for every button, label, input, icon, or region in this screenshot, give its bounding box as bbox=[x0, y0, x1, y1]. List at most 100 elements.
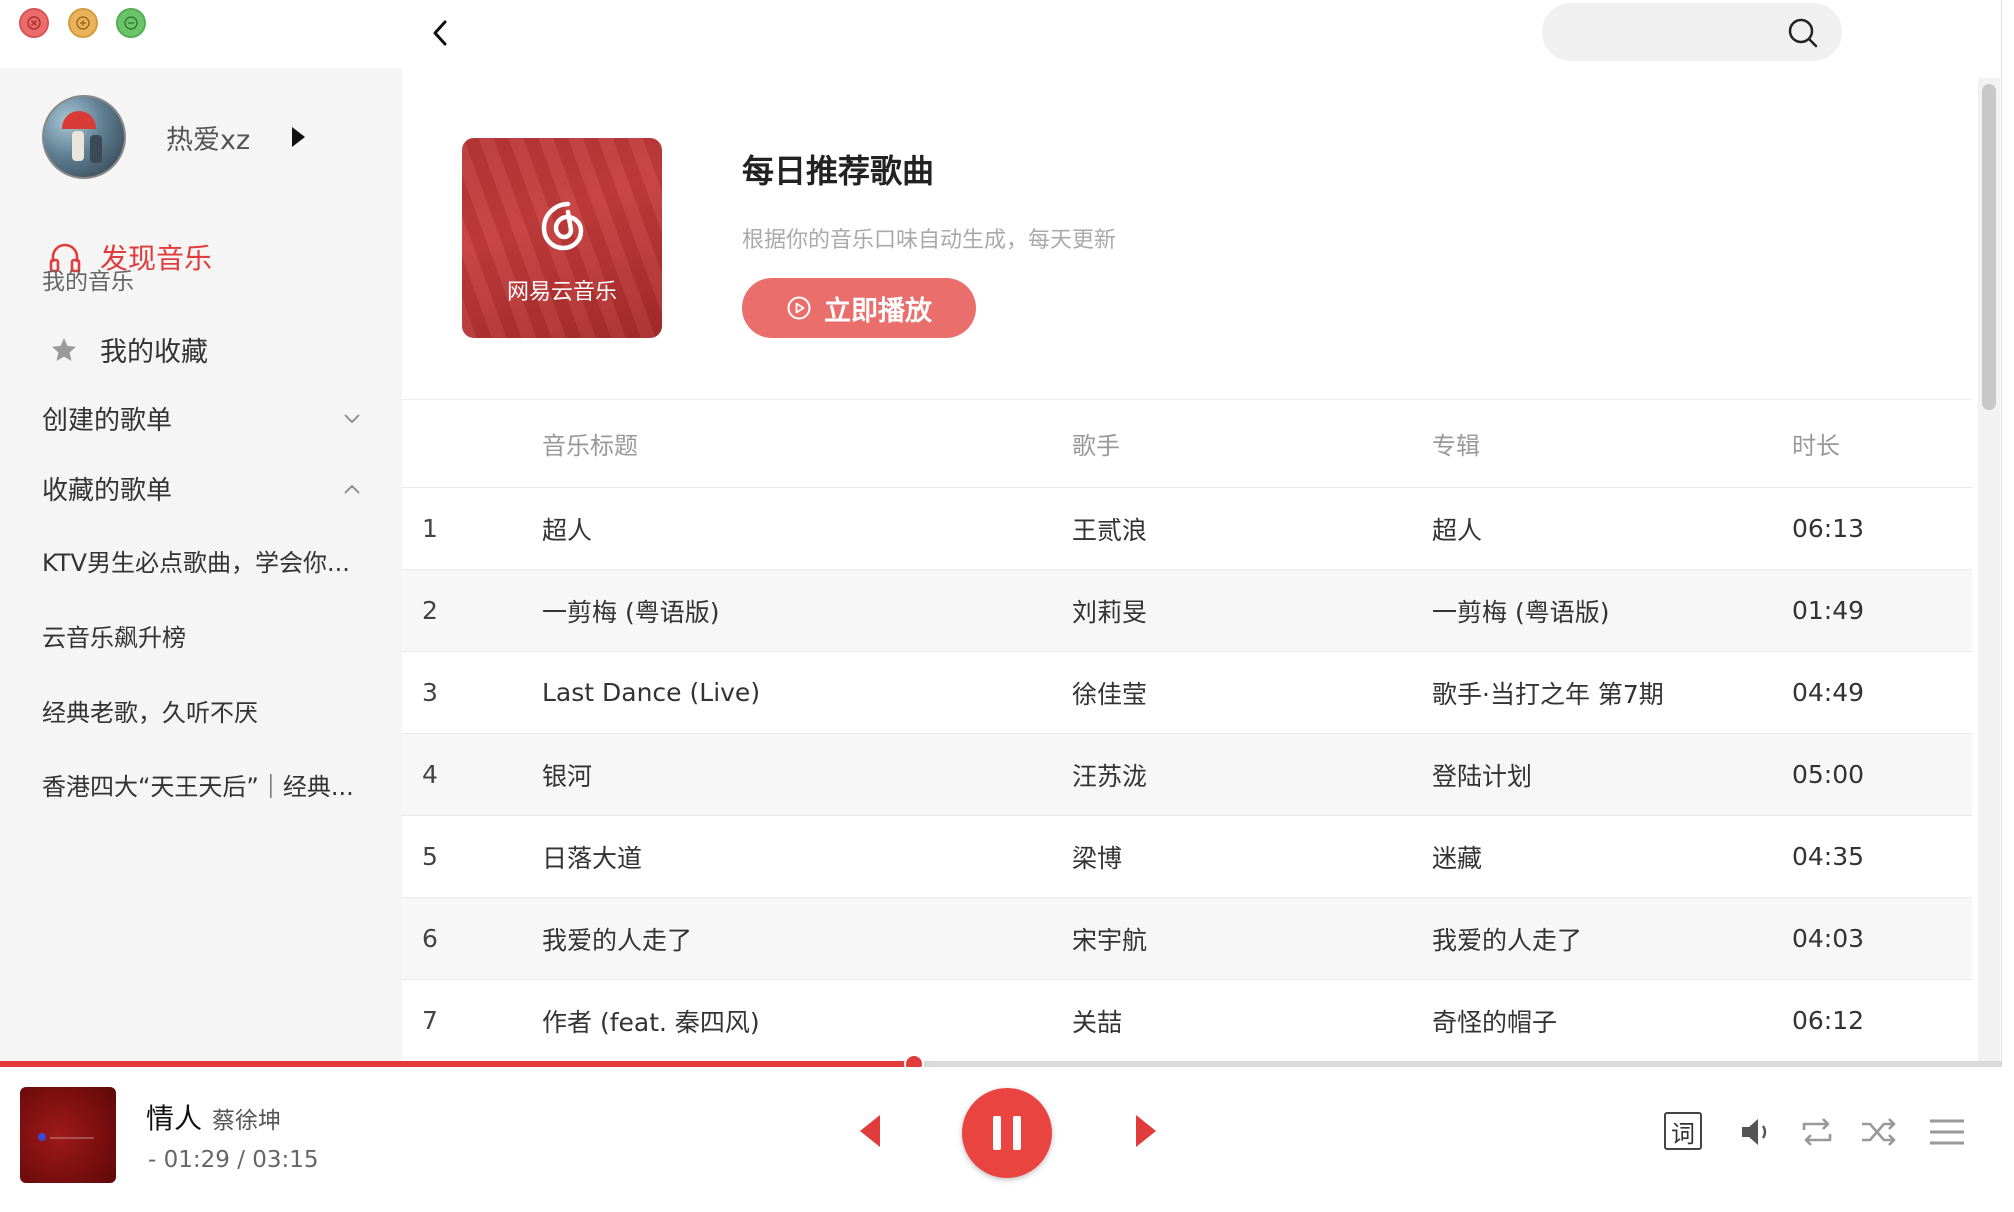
track-title: 作者 (feat. 秦四风) bbox=[542, 1007, 760, 1037]
track-album[interactable]: 迷藏 bbox=[1432, 839, 1792, 875]
user-profile[interactable]: 热爱xz bbox=[42, 95, 306, 179]
track-artist[interactable]: 关喆 bbox=[1072, 1003, 1432, 1039]
sidebar: 热爱xz 发现音乐 我的音乐 我的收藏 创建的歌单 收藏的歌单 KTV男生必点歌… bbox=[0, 68, 402, 1062]
avatar[interactable] bbox=[42, 95, 126, 179]
table-row[interactable]: 7 作者 (feat. 秦四风) 关喆 奇怪的帽子 06:12 bbox=[402, 980, 1972, 1062]
prev-icon[interactable] bbox=[856, 1111, 886, 1151]
track-title: 我爱的人走了 bbox=[542, 925, 693, 955]
collected-playlists-toggle[interactable]: 收藏的歌单 bbox=[42, 470, 362, 507]
table-row[interactable]: 2 一剪梅 (粤语版) 刘莉旻 一剪梅 (粤语版) 01:49 bbox=[402, 570, 1972, 652]
track-duration: 06:12 bbox=[1792, 1006, 1865, 1035]
table-header: 音乐标题 歌手 专辑 时长 bbox=[402, 400, 1972, 488]
play-circle-icon bbox=[787, 296, 811, 320]
track-duration: 01:49 bbox=[1792, 596, 1865, 625]
content-scrollbar[interactable] bbox=[1978, 78, 2000, 1062]
track-number: 7 bbox=[422, 1006, 438, 1035]
track-artist[interactable]: 徐佳莹 bbox=[1072, 675, 1432, 711]
chevron-down-icon[interactable] bbox=[342, 412, 362, 426]
scrollbar-thumb[interactable] bbox=[1982, 84, 1996, 410]
track-number: 3 bbox=[422, 678, 438, 707]
search-icon[interactable] bbox=[1786, 16, 1820, 50]
table-row[interactable]: 6 我爱的人走了 宋宇航 我爱的人走了 04:03 bbox=[402, 898, 1972, 980]
track-album[interactable]: 一剪梅 (粤语版) bbox=[1432, 593, 1792, 629]
track-artist[interactable]: 宋宇航 bbox=[1072, 921, 1432, 957]
sidebar-playlist-item[interactable]: 经典老歌，久听不厌 bbox=[42, 693, 362, 728]
track-album[interactable]: 我爱的人走了 bbox=[1432, 921, 1792, 957]
add-icon bbox=[76, 16, 90, 30]
track-duration: 04:03 bbox=[1792, 924, 1865, 953]
track-artist[interactable]: 汪苏泷 bbox=[1072, 757, 1432, 793]
player-bar: 情人 蔡徐坤 - 01:29 / 03:15 词 bbox=[0, 1067, 2002, 1202]
column-header-album[interactable]: 专辑 bbox=[1432, 426, 1792, 461]
sidebar-item-label: 我的收藏 bbox=[100, 337, 208, 368]
table-row[interactable]: 4 银河 汪苏泷 登陆计划 05:00 bbox=[402, 734, 1972, 816]
track-number: 4 bbox=[422, 760, 438, 789]
table-row[interactable]: 5 日落大道 梁博 迷藏 04:35 bbox=[402, 816, 1972, 898]
sidebar-item-favorites[interactable]: 我的收藏 bbox=[50, 330, 208, 369]
track-number: 5 bbox=[422, 842, 438, 871]
group-label: 收藏的歌单 bbox=[42, 476, 173, 506]
track-album[interactable]: 登陆计划 bbox=[1432, 757, 1792, 793]
column-header-artist[interactable]: 歌手 bbox=[1072, 426, 1432, 461]
created-playlists-toggle[interactable]: 创建的歌单 bbox=[42, 400, 362, 437]
track-artist[interactable]: 王贰浪 bbox=[1072, 511, 1432, 547]
sidebar-playlist-item[interactable]: KTV男生必点歌曲，学会你... bbox=[42, 543, 362, 578]
playlist-description: 根据你的音乐口味自动生成，每天更新 bbox=[742, 228, 1117, 253]
track-title: 一剪梅 (粤语版) bbox=[542, 597, 720, 627]
section-label-my-music: 我的音乐 bbox=[42, 269, 134, 295]
window-minimize-button[interactable] bbox=[68, 8, 98, 38]
close-icon bbox=[27, 16, 41, 30]
track-album[interactable]: 奇怪的帽子 bbox=[1432, 1003, 1792, 1039]
table-row[interactable]: 1 超人 王贰浪 超人 06:13 bbox=[402, 488, 1972, 570]
track-artist[interactable]: 刘莉旻 bbox=[1072, 593, 1432, 629]
chevron-up-icon[interactable] bbox=[342, 482, 362, 496]
app-window: 热爱xz 发现音乐 我的音乐 我的收藏 创建的歌单 收藏的歌单 KTV男生必点歌… bbox=[0, 0, 2002, 1202]
track-number: 2 bbox=[422, 596, 438, 625]
playlist-cover: 网易云音乐 bbox=[462, 138, 662, 338]
track-number: 6 bbox=[422, 924, 438, 953]
track-number: 1 bbox=[422, 514, 438, 543]
track-artist[interactable]: 梁博 bbox=[1072, 839, 1432, 875]
track-duration: 04:49 bbox=[1792, 678, 1865, 707]
back-icon[interactable] bbox=[428, 16, 452, 50]
sidebar-playlist-item[interactable]: 云音乐飙升榜 bbox=[42, 618, 362, 653]
shuffle-icon[interactable] bbox=[1858, 1111, 1900, 1153]
track-duration: 06:13 bbox=[1792, 514, 1865, 543]
window-close-button[interactable] bbox=[19, 8, 49, 38]
minus-icon bbox=[124, 16, 138, 30]
table-row[interactable]: 3 Last Dance (Live) 徐佳莹 歌手·当打之年 第7期 04:4… bbox=[402, 652, 1972, 734]
now-playing-artist[interactable]: 蔡徐坤 bbox=[212, 1101, 281, 1135]
play-all-button[interactable]: 立即播放 bbox=[742, 278, 976, 338]
column-header-title[interactable]: 音乐标题 bbox=[542, 426, 1072, 461]
caret-right-icon[interactable] bbox=[292, 127, 306, 147]
next-icon[interactable] bbox=[1130, 1111, 1160, 1151]
cover-brand-text: 网易云音乐 bbox=[506, 280, 617, 305]
window-maximize-button[interactable] bbox=[116, 8, 146, 38]
username[interactable]: 热爱xz bbox=[166, 118, 250, 157]
search-bar[interactable] bbox=[1542, 3, 1842, 61]
track-duration: 05:00 bbox=[1792, 760, 1865, 789]
group-label: 创建的歌单 bbox=[42, 406, 173, 436]
song-table: 音乐标题 歌手 专辑 时长 1 超人 王贰浪 超人 06:13 2 一剪梅 (粤… bbox=[402, 399, 1972, 1062]
now-playing-time: - 01:29 / 03:15 bbox=[148, 1147, 319, 1173]
now-playing-title: 情人 bbox=[146, 1102, 203, 1135]
lyrics-button[interactable]: 词 bbox=[1664, 1112, 1702, 1150]
track-duration: 04:35 bbox=[1792, 842, 1865, 871]
now-playing-cover[interactable] bbox=[20, 1087, 116, 1183]
netease-logo-icon bbox=[541, 201, 584, 251]
pause-icon-bar bbox=[1013, 1116, 1021, 1150]
column-header-duration[interactable]: 时长 bbox=[1792, 426, 1972, 461]
track-album[interactable]: 超人 bbox=[1432, 511, 1792, 547]
pause-button[interactable] bbox=[962, 1088, 1052, 1178]
track-title: 银河 bbox=[542, 761, 593, 791]
repeat-icon[interactable] bbox=[1796, 1111, 1838, 1153]
pause-icon bbox=[993, 1116, 1001, 1150]
track-album[interactable]: 歌手·当打之年 第7期 bbox=[1432, 675, 1792, 711]
menu-icon[interactable] bbox=[1926, 1111, 1968, 1153]
sidebar-playlist-item[interactable]: 香港四大“天王天后”｜经典... bbox=[42, 767, 362, 802]
playlist-title: 每日推荐歌曲 bbox=[742, 152, 935, 190]
track-title: Last Dance (Live) bbox=[542, 678, 761, 707]
volume-icon[interactable] bbox=[1736, 1111, 1778, 1153]
track-title: 超人 bbox=[542, 515, 593, 545]
play-all-label: 立即播放 bbox=[824, 295, 932, 327]
